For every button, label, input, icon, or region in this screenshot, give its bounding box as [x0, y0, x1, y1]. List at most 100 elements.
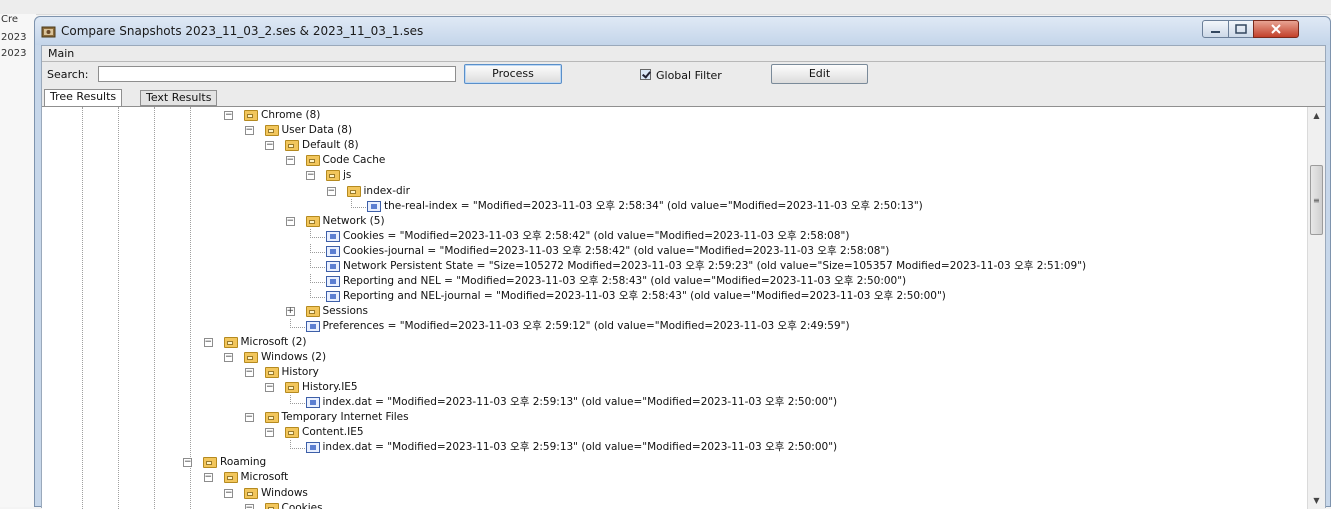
folder-icon	[285, 427, 299, 439]
tree-node-label: Chrome (8)	[261, 109, 321, 121]
background-window-left: Cre 2023 2023	[0, 14, 36, 507]
folder-icon	[223, 336, 238, 348]
collapse-toggle-icon[interactable]: −	[224, 111, 233, 120]
tree-node-label: Cookies-journal = "Modified=2023-11-03 오…	[343, 244, 890, 257]
close-button[interactable]	[1253, 20, 1299, 38]
minimize-button[interactable]	[1202, 20, 1229, 38]
folder-icon	[305, 215, 320, 227]
folder-icon	[285, 381, 299, 393]
collapse-toggle-icon[interactable]: −	[183, 458, 192, 468]
tree-node-label: User Data (8)	[281, 124, 353, 137]
edit-button[interactable]: Edit	[771, 64, 868, 84]
search-label: Search:	[47, 68, 89, 81]
folder-icon	[203, 457, 217, 469]
tree-node-label: Preferences = "Modified=2023-11-03 오후 2:…	[322, 320, 850, 333]
tree-guide-line	[154, 107, 155, 509]
folder-icon	[264, 366, 279, 378]
collapse-toggle-icon[interactable]: −	[285, 216, 295, 226]
tree-connector	[310, 243, 325, 253]
title-bar[interactable]: Compare Snapshots 2023_11_03_2.ses & 202…	[35, 17, 1330, 45]
folder-icon	[346, 185, 361, 197]
main-menu-label[interactable]: Main	[48, 47, 74, 60]
scroll-down-icon[interactable]: ▼	[1308, 492, 1325, 509]
tree-connector	[310, 259, 325, 268]
collapse-toggle-icon[interactable]: −	[203, 337, 213, 347]
expand-toggle-icon[interactable]: +	[285, 307, 295, 317]
folder-icon	[305, 306, 320, 318]
tree-node-label: the-real-index = "Modified=2023-11-03 오후…	[384, 199, 923, 212]
tree-connector	[289, 319, 305, 329]
scrollbar-thumb[interactable]: ≡	[1310, 165, 1323, 235]
minimize-icon	[1211, 31, 1220, 33]
collapse-toggle-icon[interactable]: −	[285, 156, 295, 166]
folder-icon	[326, 170, 340, 182]
background-window-strip	[0, 0, 1331, 15]
tree-node-label: Microsoft	[240, 471, 289, 484]
folder-icon	[305, 155, 320, 167]
tree-node-label: Code Cache	[322, 154, 386, 167]
maximize-button[interactable]	[1228, 20, 1254, 38]
collapse-toggle-icon[interactable]: −	[224, 488, 233, 498]
tree-view[interactable]: − Chrome (8) − User Data (8) − Default (8) − Co…	[42, 107, 1307, 509]
collapse-toggle-icon[interactable]: −	[203, 473, 213, 483]
folder-icon	[264, 412, 279, 423]
tree-node-label: Network (5)	[322, 214, 385, 227]
maximize-icon	[1235, 24, 1247, 34]
folder-icon	[264, 125, 279, 137]
tree-connector	[351, 198, 366, 208]
search-input[interactable]	[98, 66, 456, 82]
folder-icon	[244, 110, 258, 121]
tree-guide-line	[82, 107, 83, 509]
collapse-toggle-icon[interactable]: −	[265, 428, 274, 438]
tab-tree-results[interactable]: Tree Results	[44, 89, 123, 106]
collapse-toggle-icon[interactable]: −	[326, 186, 336, 196]
file-icon	[305, 442, 320, 454]
tree-node-label: Windows	[261, 486, 308, 499]
tree-node-label: index.dat = "Modified=2023-11-03 오후 2:59…	[322, 395, 838, 408]
tree-node-label: index-dir	[363, 184, 410, 197]
compare-snapshots-window: Compare Snapshots 2023_11_03_2.ses & 202…	[34, 16, 1331, 509]
file-icon	[305, 396, 320, 408]
vertical-scrollbar[interactable]: ▲ ≡ ▼	[1307, 107, 1325, 509]
background-text: 2023	[1, 48, 27, 59]
close-icon	[1271, 24, 1281, 34]
folder-icon	[244, 487, 258, 499]
file-icon	[326, 291, 340, 303]
tree-node-label: Roaming	[220, 456, 267, 469]
tree-node-label: Reporting and NEL-journal = "Modified=20…	[343, 290, 946, 303]
tree-node-label: Cookies = "Modified=2023-11-03 오후 2:58:4…	[343, 229, 850, 242]
collapse-toggle-icon[interactable]: −	[224, 352, 233, 362]
global-filter-checkbox[interactable]	[640, 69, 651, 80]
folder-icon	[264, 502, 279, 509]
scroll-up-icon[interactable]: ▲	[1308, 107, 1325, 124]
tree-node-label: Default (8)	[302, 139, 359, 152]
collapse-toggle-icon[interactable]: −	[244, 126, 254, 136]
tree-node-label: Microsoft (2)	[240, 335, 307, 348]
tree-node-label: Content.IE5	[302, 426, 364, 439]
background-text: 2023	[1, 32, 27, 43]
tree-node-label: Network Persistent State = "Size=105272 …	[343, 260, 1087, 272]
tree-connector	[310, 274, 325, 284]
collapse-toggle-icon[interactable]: −	[306, 171, 315, 181]
collapse-toggle-icon[interactable]: −	[244, 367, 254, 377]
window-client-area: Main Search: Process Global Filter Edit …	[41, 45, 1326, 509]
collapse-toggle-icon[interactable]: −	[244, 503, 254, 509]
process-button[interactable]: Process	[464, 64, 562, 84]
file-icon	[305, 321, 320, 333]
file-icon	[326, 245, 340, 257]
tree-node-label: Windows (2)	[261, 350, 327, 363]
global-filter-label[interactable]: Global Filter	[656, 69, 722, 82]
file-icon	[326, 261, 340, 272]
tree-connector	[289, 394, 305, 404]
tree-node-label: History	[281, 365, 319, 378]
tree-connector	[289, 440, 305, 450]
collapse-toggle-icon[interactable]: −	[244, 413, 254, 422]
tab-text-results[interactable]: Text Results	[140, 90, 218, 106]
folder-icon	[285, 140, 299, 152]
snapshot-app-icon	[41, 26, 56, 38]
tree-results-pane[interactable]: − Chrome (8) − User Data (8) − Default (8) − Co…	[42, 106, 1325, 509]
collapse-toggle-icon[interactable]: −	[265, 141, 274, 151]
tree-connector	[310, 228, 325, 238]
collapse-toggle-icon[interactable]: −	[265, 382, 274, 392]
tree-connector	[310, 289, 325, 299]
